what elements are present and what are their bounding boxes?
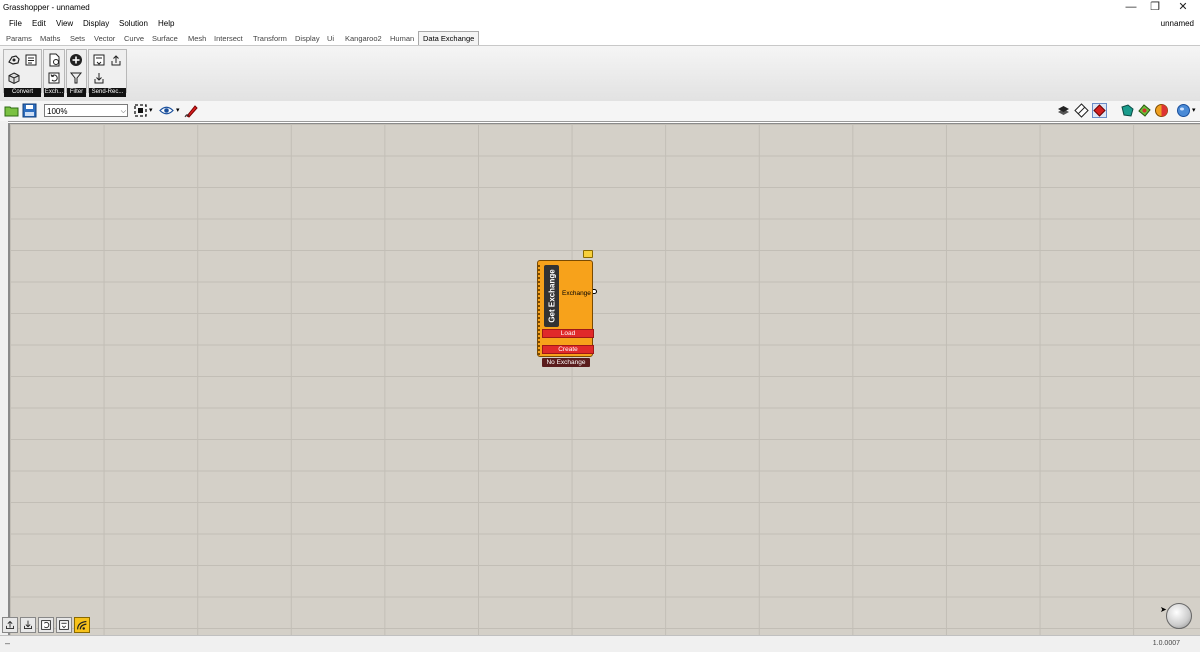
refresh-icon[interactable]	[47, 71, 61, 85]
globe-dropdown-arrow-icon[interactable]: ▾	[1192, 106, 1196, 114]
ribbon-label-filter: Filter	[67, 88, 86, 97]
component-tabs: Params Maths Sets Vector Curve Surface M…	[0, 31, 1200, 47]
ribbon-label-send-receive: Send-Rec...	[89, 88, 126, 97]
component-body[interactable]: Get Exchange Exchange Load Create	[537, 260, 594, 357]
globe-icon[interactable]	[1176, 103, 1191, 118]
zoom-extents-icon[interactable]	[133, 103, 148, 118]
menu-help[interactable]: Help	[158, 19, 174, 28]
tab-ui[interactable]: Ui	[327, 34, 334, 43]
ribbon-group-filter: Filter	[66, 49, 87, 97]
ribbon-group-convert: Convert	[3, 49, 42, 97]
input-grip	[537, 265, 540, 357]
wireframe-preview-icon[interactable]	[1074, 103, 1089, 118]
create-button[interactable]: Create	[542, 345, 594, 354]
tab-transform[interactable]: Transform	[253, 34, 287, 43]
ribbon-group-exchange: Exch...	[43, 49, 65, 97]
ribbon-label-convert: Convert	[4, 88, 41, 97]
open-file-icon[interactable]	[4, 103, 19, 118]
add-circle-icon[interactable]	[69, 53, 83, 67]
cube-icon[interactable]	[7, 71, 21, 85]
zoom-value: 100%	[47, 107, 68, 116]
tab-intersect[interactable]: Intersect	[214, 34, 243, 43]
filter-icon[interactable]	[69, 71, 83, 85]
shaded-preview-icon[interactable]	[1092, 103, 1107, 118]
tab-display[interactable]: Display	[295, 34, 320, 43]
tab-human[interactable]: Human	[390, 34, 414, 43]
load-button[interactable]: Load	[542, 329, 594, 338]
menu-edit[interactable]: Edit	[32, 19, 46, 28]
upload-icon[interactable]	[2, 617, 18, 633]
message-flag-icon	[583, 250, 593, 258]
tab-sets[interactable]: Sets	[70, 34, 85, 43]
status-left: –	[5, 638, 11, 648]
tab-surface[interactable]: Surface	[152, 34, 178, 43]
zoom-dropdown-arrow-icon[interactable]: ▾	[149, 106, 153, 114]
refresh-icon[interactable]	[38, 617, 54, 633]
left-scroll-edge	[0, 121, 8, 635]
close-button[interactable]: ✕	[1172, 1, 1194, 14]
tab-vector[interactable]: Vector	[94, 34, 115, 43]
component-status-label: No Exchange	[542, 358, 590, 367]
preview-dropdown-arrow-icon[interactable]: ▾	[176, 106, 180, 114]
get-exchange-component[interactable]: Get Exchange Exchange Load Create No Exc…	[535, 250, 597, 367]
status-bar: – 1.0.0007	[0, 635, 1200, 652]
restore-button[interactable]: ❐	[1144, 1, 1166, 14]
download-icon[interactable]	[92, 71, 106, 85]
ribbon-panel: Convert Exch... Filter Send-Rec...	[0, 45, 1200, 102]
save-file-icon[interactable]	[22, 103, 37, 118]
tab-maths[interactable]: Maths	[40, 34, 60, 43]
tab-params[interactable]: Params	[6, 34, 32, 43]
version-label: 1.0.0007	[1152, 640, 1180, 647]
bake-green-icon[interactable]	[1137, 103, 1152, 118]
zoom-select[interactable]: 100% ⌵	[44, 104, 128, 117]
receive-icon[interactable]	[56, 617, 72, 633]
tab-curve[interactable]: Curve	[124, 34, 144, 43]
upload-icon[interactable]	[109, 53, 123, 67]
minimize-button[interactable]: —	[1120, 1, 1142, 14]
rhino-icon[interactable]	[7, 53, 21, 67]
bake-teal-icon[interactable]	[1120, 103, 1135, 118]
document-name: unnamed	[1160, 19, 1194, 28]
tab-mesh[interactable]: Mesh	[188, 34, 206, 43]
title-bar: Grasshopper - unnamed — ❐ ✕	[0, 0, 1200, 16]
wifi-stream-icon[interactable]	[74, 617, 90, 633]
output-param-exchange: Exchange	[562, 290, 591, 297]
menu-view[interactable]: View	[56, 19, 73, 28]
grasshopper-canvas[interactable]	[8, 123, 1200, 635]
menu-bar: File Edit View Display Solution Help unn…	[0, 16, 1200, 31]
sketch-pen-icon[interactable]	[184, 103, 199, 118]
menu-solution[interactable]: Solution	[119, 19, 148, 28]
list-icon[interactable]	[24, 53, 38, 67]
chevron-down-icon: ⌵	[120, 108, 126, 115]
component-name-label: Get Exchange	[547, 269, 556, 323]
ribbon-label-exchange: Exch...	[44, 88, 64, 97]
navigation-ball[interactable]	[1166, 603, 1192, 629]
component-nickname: Get Exchange	[544, 265, 559, 327]
doc-icon[interactable]	[47, 53, 61, 67]
window-title: Grasshopper - unnamed	[3, 3, 90, 12]
preview-eye-icon[interactable]	[159, 103, 174, 118]
material-sphere-icon[interactable]	[1154, 103, 1169, 118]
receive-icon[interactable]	[92, 53, 106, 67]
menu-display[interactable]: Display	[83, 19, 109, 28]
preview-layers-icon[interactable]	[1056, 103, 1071, 118]
menu-file[interactable]: File	[9, 19, 22, 28]
tab-kangaroo2[interactable]: Kangaroo2	[345, 34, 382, 43]
download-icon[interactable]	[20, 617, 36, 633]
canvas-toolbar: 100% ⌵ ▾ ▾ ▾	[0, 101, 1200, 122]
ribbon-group-send-receive: Send-Rec...	[88, 49, 127, 97]
